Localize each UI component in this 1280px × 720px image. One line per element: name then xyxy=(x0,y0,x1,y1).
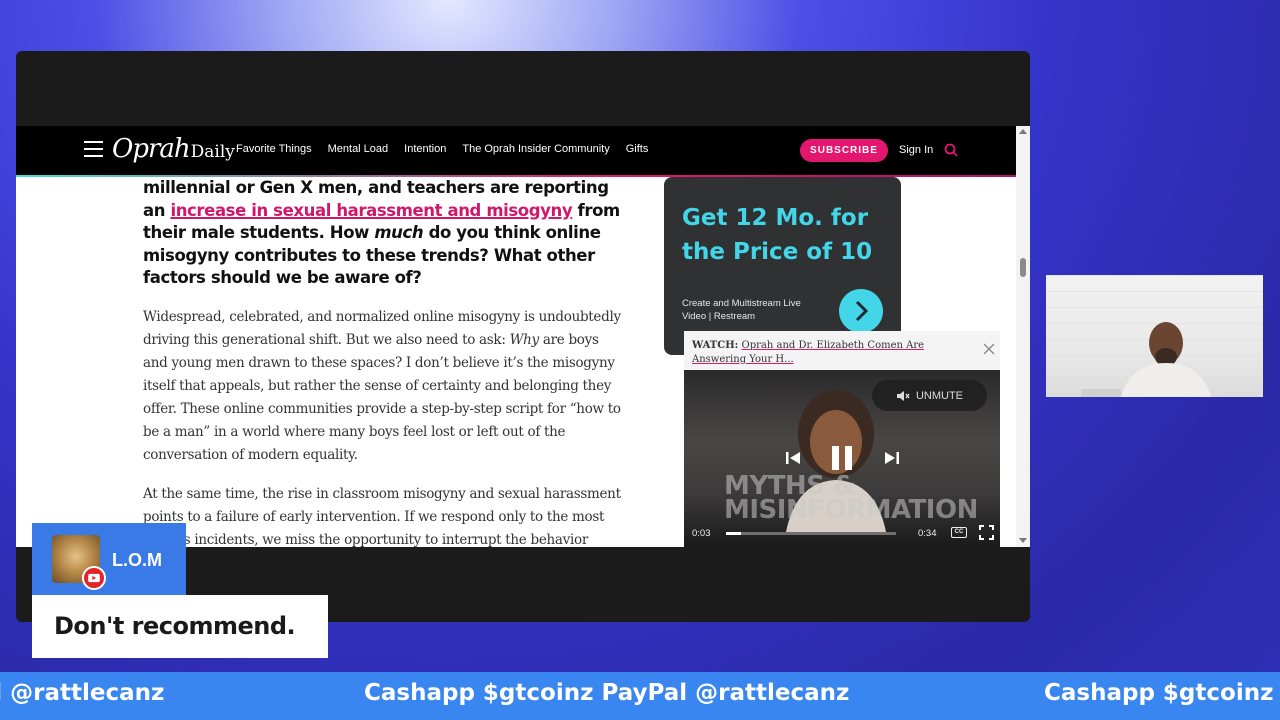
total-time: 0:34 xyxy=(918,528,937,539)
site-header: Oprah Daily Favorite Things Mental Load … xyxy=(16,126,1016,175)
ticker-segment: Cashapp $gtcoinz PayPal @rattlecanz xyxy=(1044,680,1280,706)
nav-link-insider-community[interactable]: The Oprah Insider Community xyxy=(462,143,609,155)
logo-script: Oprah xyxy=(112,134,191,164)
logo-word: Daily xyxy=(190,142,235,162)
youtube-icon xyxy=(82,566,106,590)
ticker-segment: Cashapp $gtcoinz PayPal @rattlecanz xyxy=(364,680,850,706)
next-icon[interactable] xyxy=(884,450,900,466)
previous-icon[interactable] xyxy=(785,450,801,466)
video-caption[interactable]: WATCH: Oprah and Dr. Elizabeth Comen Are… xyxy=(692,339,972,367)
ad-headline: Get 12 Mo. for the Price of 10 xyxy=(682,205,873,265)
nav-link-favorite-things[interactable]: Favorite Things xyxy=(236,143,312,155)
article-body: millennial or Gen X men, and teachers ar… xyxy=(143,177,623,547)
commenter-badge: L.O.M xyxy=(32,523,186,595)
subscribe-button[interactable]: SUBSCRIBE xyxy=(800,139,888,162)
muted-speaker-icon xyxy=(896,390,910,401)
scroll-thumb[interactable] xyxy=(1020,258,1026,277)
donation-ticker: Cashapp $gtcoinz PayPal @rattlecanz Cash… xyxy=(0,672,1280,720)
fullscreen-icon[interactable] xyxy=(979,525,994,540)
nav-links: Favorite Things Mental Load Intention Th… xyxy=(236,143,664,155)
site-logo[interactable]: Oprah Daily xyxy=(112,134,235,164)
scroll-down-arrow-icon[interactable] xyxy=(1019,538,1027,543)
search-icon[interactable] xyxy=(944,143,958,157)
harassment-link[interactable]: increase in sexual harassment and misogy… xyxy=(170,201,572,220)
interview-question: millennial or Gen X men, and teachers ar… xyxy=(143,178,620,287)
streamer-figure xyxy=(1081,322,1211,397)
chat-message: Don't recommend. xyxy=(32,595,328,658)
article-paragraph: Widespread, celebrated, and normalized o… xyxy=(143,308,621,463)
current-time: 0:03 xyxy=(692,528,711,539)
unmute-button[interactable]: UNMUTE xyxy=(872,380,987,411)
closed-captions-icon[interactable]: CC xyxy=(951,527,967,538)
close-icon[interactable] xyxy=(983,343,995,355)
page-scrollbar[interactable] xyxy=(1016,126,1030,547)
video-frame[interactable]: MYTHS & MISINFORMATION UNMUTE 0:03 0:34 … xyxy=(684,370,1000,547)
nav-link-intention[interactable]: Intention xyxy=(404,143,446,155)
browser-viewport: Oprah Daily Favorite Things Mental Load … xyxy=(16,126,1030,547)
ad-subtext: Create and Multistream Live Video | Rest… xyxy=(682,298,801,322)
commenter-name: L.O.M xyxy=(112,550,162,570)
nav-link-gifts[interactable]: Gifts xyxy=(626,143,649,155)
article-paragraph: At the same time, the rise in classroom … xyxy=(143,485,621,548)
unmute-label: UNMUTE xyxy=(915,389,964,402)
ticker-segment: Cashapp $gtcoinz PayPal @rattlecanz xyxy=(0,680,165,706)
webcam-feed xyxy=(1046,275,1263,397)
video-player: WATCH: Oprah and Dr. Elizabeth Comen Are… xyxy=(684,331,1000,547)
nav-link-mental-load[interactable]: Mental Load xyxy=(328,143,389,155)
progress-bar[interactable] xyxy=(726,532,896,535)
progress-fill xyxy=(726,532,742,535)
sign-in-link[interactable]: Sign In xyxy=(899,144,933,156)
restream-ad[interactable]: Get 12 Mo. for the Price of 10 Create an… xyxy=(664,177,901,355)
hamburger-menu-icon[interactable] xyxy=(84,141,103,159)
ad-arrow-button[interactable] xyxy=(839,289,883,333)
scroll-up-arrow-icon[interactable] xyxy=(1019,129,1027,134)
pause-icon[interactable] xyxy=(829,445,855,471)
video-overlay-text: MYTHS & MISINFORMATION xyxy=(724,471,978,525)
